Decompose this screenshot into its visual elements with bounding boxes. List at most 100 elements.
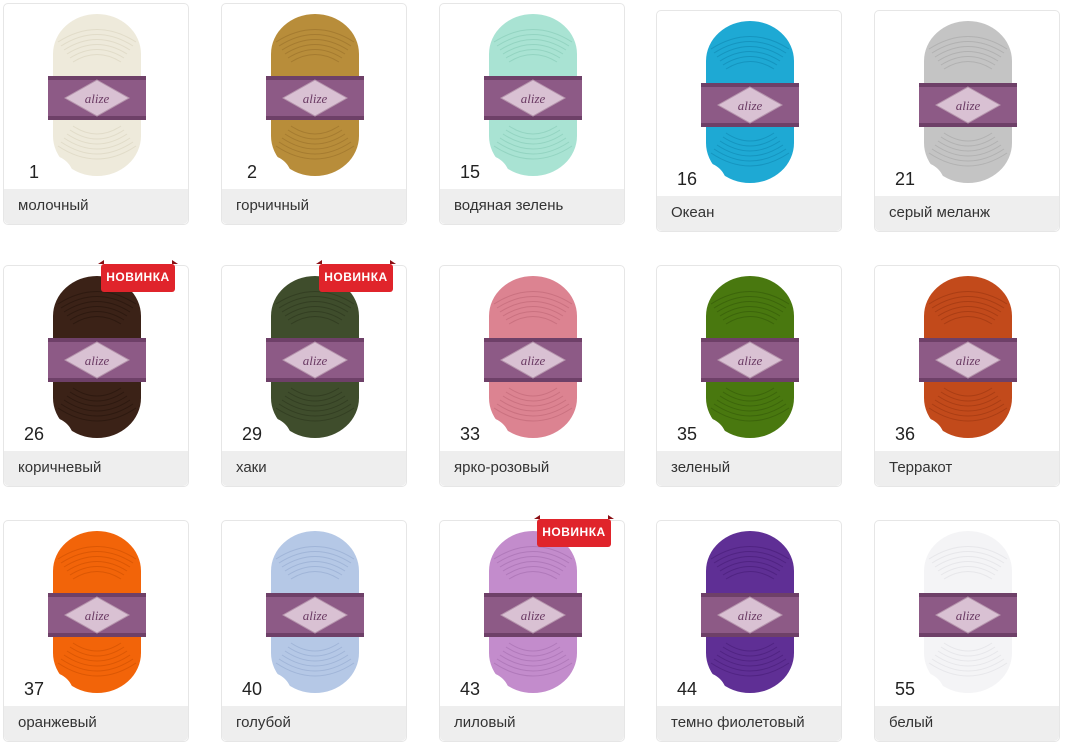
yarn-skein-image: alize bbox=[919, 531, 1017, 693]
yarn-skein-image: alize bbox=[484, 14, 582, 176]
color-name: серый меланж bbox=[889, 204, 991, 221]
brand-logo-text: alize bbox=[85, 91, 110, 106]
color-name: хаки bbox=[236, 459, 267, 476]
yarn-skein-image: alize bbox=[48, 531, 146, 693]
color-name-bar: ярко-розовый bbox=[440, 451, 624, 486]
yarn-card[interactable]: alize 21 серый меланж bbox=[874, 10, 1060, 232]
color-name-bar: молочный bbox=[4, 189, 188, 224]
yarn-skein-image: alize bbox=[266, 276, 364, 438]
color-number: 33 bbox=[459, 424, 481, 444]
color-number: 21 bbox=[894, 169, 916, 189]
yarn-card[interactable]: alize 35 зеленый bbox=[656, 265, 842, 487]
color-name: Океан bbox=[671, 204, 715, 221]
yarn-card[interactable]: alize 1 молочный bbox=[3, 3, 189, 225]
color-name: молочный bbox=[18, 197, 89, 214]
color-number-tab: 43 bbox=[440, 672, 510, 706]
yarn-skein-image: alize bbox=[919, 276, 1017, 438]
color-number-tab: 36 bbox=[875, 417, 945, 451]
yarn-card[interactable]: alize 55 белый bbox=[874, 520, 1060, 742]
color-number: 2 bbox=[246, 162, 258, 182]
color-name: зеленый bbox=[671, 459, 731, 476]
color-number: 35 bbox=[676, 424, 698, 444]
brand-logo-text: alize bbox=[956, 353, 981, 368]
new-badge-label: НОВИНКА bbox=[106, 270, 170, 284]
new-badge: НОВИНКА bbox=[316, 260, 396, 296]
color-number-tab: 35 bbox=[657, 417, 727, 451]
color-number: 16 bbox=[676, 169, 698, 189]
brand-logo-text: alize bbox=[521, 608, 546, 623]
brand-logo-text: alize bbox=[85, 353, 110, 368]
color-name: Терракот bbox=[889, 459, 953, 476]
brand-logo-text: alize bbox=[956, 608, 981, 623]
color-name: горчичный bbox=[236, 197, 309, 214]
color-name-bar: хаки bbox=[222, 451, 406, 486]
color-name: коричневый bbox=[18, 459, 102, 476]
brand-logo-text: alize bbox=[303, 608, 328, 623]
new-badge-label: НОВИНКА bbox=[542, 525, 606, 539]
yarn-card[interactable]: alize 26 коричневый НОВИНКА bbox=[3, 260, 189, 487]
yarn-skein-image: alize bbox=[48, 14, 146, 176]
color-number: 55 bbox=[894, 679, 916, 699]
color-number: 44 bbox=[676, 679, 698, 699]
brand-logo-text: alize bbox=[738, 608, 763, 623]
yarn-skein-image: alize bbox=[266, 14, 364, 176]
yarn-card[interactable]: alize 29 хаки НОВИНКА bbox=[221, 260, 407, 487]
yarn-card[interactable]: alize 16 Океан bbox=[656, 10, 842, 232]
color-name-bar: лиловый bbox=[440, 706, 624, 741]
yarn-card[interactable]: alize 44 темно фиолетовый bbox=[656, 520, 842, 742]
new-badge: НОВИНКА bbox=[534, 515, 614, 551]
yarn-card[interactable]: alize 15 водяная зелень bbox=[439, 3, 625, 225]
color-name: лиловый bbox=[454, 714, 516, 731]
color-name-bar: горчичный bbox=[222, 189, 406, 224]
yarn-card[interactable]: alize 36 Терракот bbox=[874, 265, 1060, 487]
color-number-tab: 16 bbox=[657, 162, 727, 196]
color-number-tab: 21 bbox=[875, 162, 945, 196]
yarn-skein-image: alize bbox=[701, 21, 799, 183]
yarn-skein-image: alize bbox=[484, 276, 582, 438]
color-number-tab: 33 bbox=[440, 417, 510, 451]
yarn-skein-image: alize bbox=[919, 21, 1017, 183]
color-number-tab: 1 bbox=[4, 155, 74, 189]
yarn-card[interactable]: alize 2 горчичный bbox=[221, 3, 407, 225]
color-name: голубой bbox=[236, 714, 291, 731]
brand-logo-text: alize bbox=[738, 353, 763, 368]
color-name: водяная зелень bbox=[454, 197, 564, 214]
color-number: 36 bbox=[894, 424, 916, 444]
yarn-skein-image: alize bbox=[701, 531, 799, 693]
color-number: 37 bbox=[23, 679, 45, 699]
brand-logo-text: alize bbox=[521, 91, 546, 106]
color-name-bar: оранжевый bbox=[4, 706, 188, 741]
yarn-skein-image: alize bbox=[266, 531, 364, 693]
brand-logo-text: alize bbox=[738, 98, 763, 113]
brand-logo-text: alize bbox=[956, 98, 981, 113]
color-name-bar: темно фиолетовый bbox=[657, 706, 841, 741]
brand-logo-text: alize bbox=[303, 91, 328, 106]
color-name-bar: водяная зелень bbox=[440, 189, 624, 224]
color-number: 40 bbox=[241, 679, 263, 699]
color-number-tab: 44 bbox=[657, 672, 727, 706]
color-name-bar: серый меланж bbox=[875, 196, 1059, 231]
color-name-bar: Океан bbox=[657, 196, 841, 231]
yarn-card[interactable]: alize 40 голубой bbox=[221, 520, 407, 742]
color-number-tab: 2 bbox=[222, 155, 292, 189]
yarn-skein-image: alize bbox=[701, 276, 799, 438]
brand-logo-text: alize bbox=[521, 353, 546, 368]
color-number: 1 bbox=[28, 162, 40, 182]
yarn-skein-image: alize bbox=[48, 276, 146, 438]
color-name-bar: зеленый bbox=[657, 451, 841, 486]
new-badge: НОВИНКА bbox=[98, 260, 178, 296]
brand-logo-text: alize bbox=[85, 608, 110, 623]
color-name: ярко-розовый bbox=[454, 459, 550, 476]
color-number: 43 bbox=[459, 679, 481, 699]
new-badge-label: НОВИНКА bbox=[324, 270, 388, 284]
color-name-bar: Терракот bbox=[875, 451, 1059, 486]
yarn-card[interactable]: alize 43 лиловый НОВИНКА bbox=[439, 515, 625, 742]
color-number-tab: 29 bbox=[222, 417, 292, 451]
color-name: белый bbox=[889, 714, 934, 731]
brand-logo-text: alize bbox=[303, 353, 328, 368]
color-name: оранжевый bbox=[18, 714, 97, 731]
color-number: 15 bbox=[459, 162, 481, 182]
yarn-card[interactable]: alize 37 оранжевый bbox=[3, 520, 189, 742]
color-name-bar: белый bbox=[875, 706, 1059, 741]
yarn-card[interactable]: alize 33 ярко-розовый bbox=[439, 265, 625, 487]
